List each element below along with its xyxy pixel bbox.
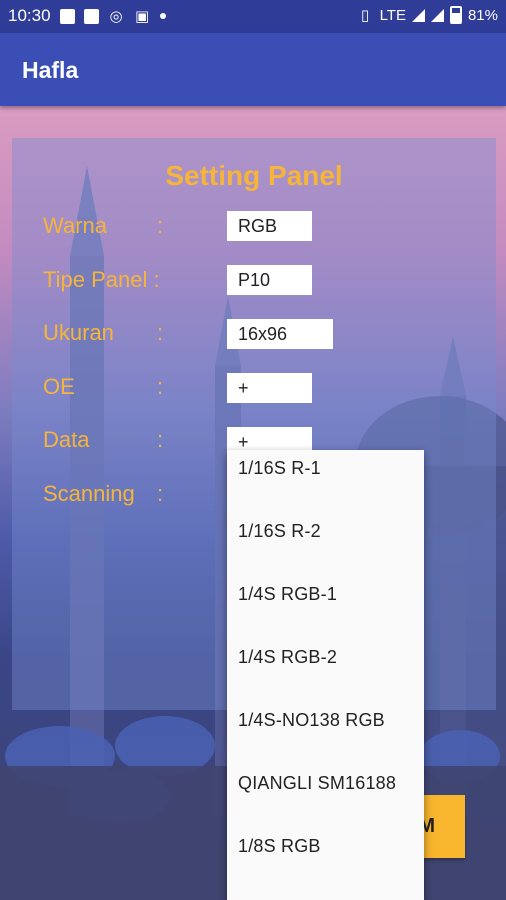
panel-title: Setting Panel — [165, 160, 343, 191]
battery-level: 81% — [467, 6, 498, 24]
image-icon — [59, 8, 75, 24]
status-left: 10:30 ◎ ▣ — [8, 6, 166, 26]
dropdown-option[interactable]: 1/4S-NO138 RGB — [227, 702, 424, 765]
vibrate-icon: ▯ — [360, 6, 370, 24]
label-ukuran: Ukuran — [43, 320, 114, 345]
dropdown-option[interactable]: 1/16S R-1 — [227, 450, 424, 513]
robot-icon: ▣ — [134, 7, 150, 25]
app-title: Hafla — [22, 57, 79, 83]
tipe-panel-select[interactable]: P10 — [227, 265, 312, 295]
battery-icon — [449, 6, 462, 24]
ukuran-select[interactable]: 16x96 — [227, 319, 333, 349]
dropdown-option[interactable]: QIANGLI SM16188 — [227, 765, 424, 828]
colon-data: : — [157, 427, 164, 452]
colon-ukuran: : — [157, 320, 164, 345]
label-tipe-panel: Tipe Panel : — [43, 267, 160, 292]
label-oe: OE — [43, 374, 75, 399]
oe-select[interactable]: + — [227, 373, 312, 403]
status-right: ▯ LTE 81% — [357, 6, 498, 24]
app-bar: Hafla — [0, 33, 506, 106]
signal-icon — [411, 8, 425, 22]
warna-select[interactable]: RGB — [227, 211, 312, 241]
lte-label: LTE — [379, 6, 406, 24]
label-scanning: Scanning — [43, 481, 135, 506]
dropdown-option[interactable]: 1/4S RGB-2 — [227, 639, 424, 702]
document-icon — [83, 8, 99, 24]
whatsapp-icon: ◎ — [109, 7, 123, 25]
dropdown-option[interactable]: 1/8S RGB — [227, 828, 424, 891]
signal-icon-2 — [430, 8, 444, 22]
label-data: Data — [43, 427, 90, 452]
dot-icon — [159, 13, 166, 19]
colon-oe: : — [157, 374, 164, 399]
status-bar: 10:30 ◎ ▣ ▯ LTE 81% — [0, 0, 506, 33]
label-warna: Warna — [43, 213, 107, 238]
colon-scanning: : — [157, 481, 164, 506]
colon-warna: : — [157, 213, 164, 238]
dropdown-option[interactable]: 1/4S RGB-1 — [227, 576, 424, 639]
dropdown-option[interactable]: 1/16S R-2 — [227, 513, 424, 576]
status-time: 10:30 — [8, 6, 51, 25]
scanning-dropdown[interactable]: 1/16S R-1 1/16S R-2 1/4S RGB-1 1/4S RGB-… — [227, 450, 424, 900]
